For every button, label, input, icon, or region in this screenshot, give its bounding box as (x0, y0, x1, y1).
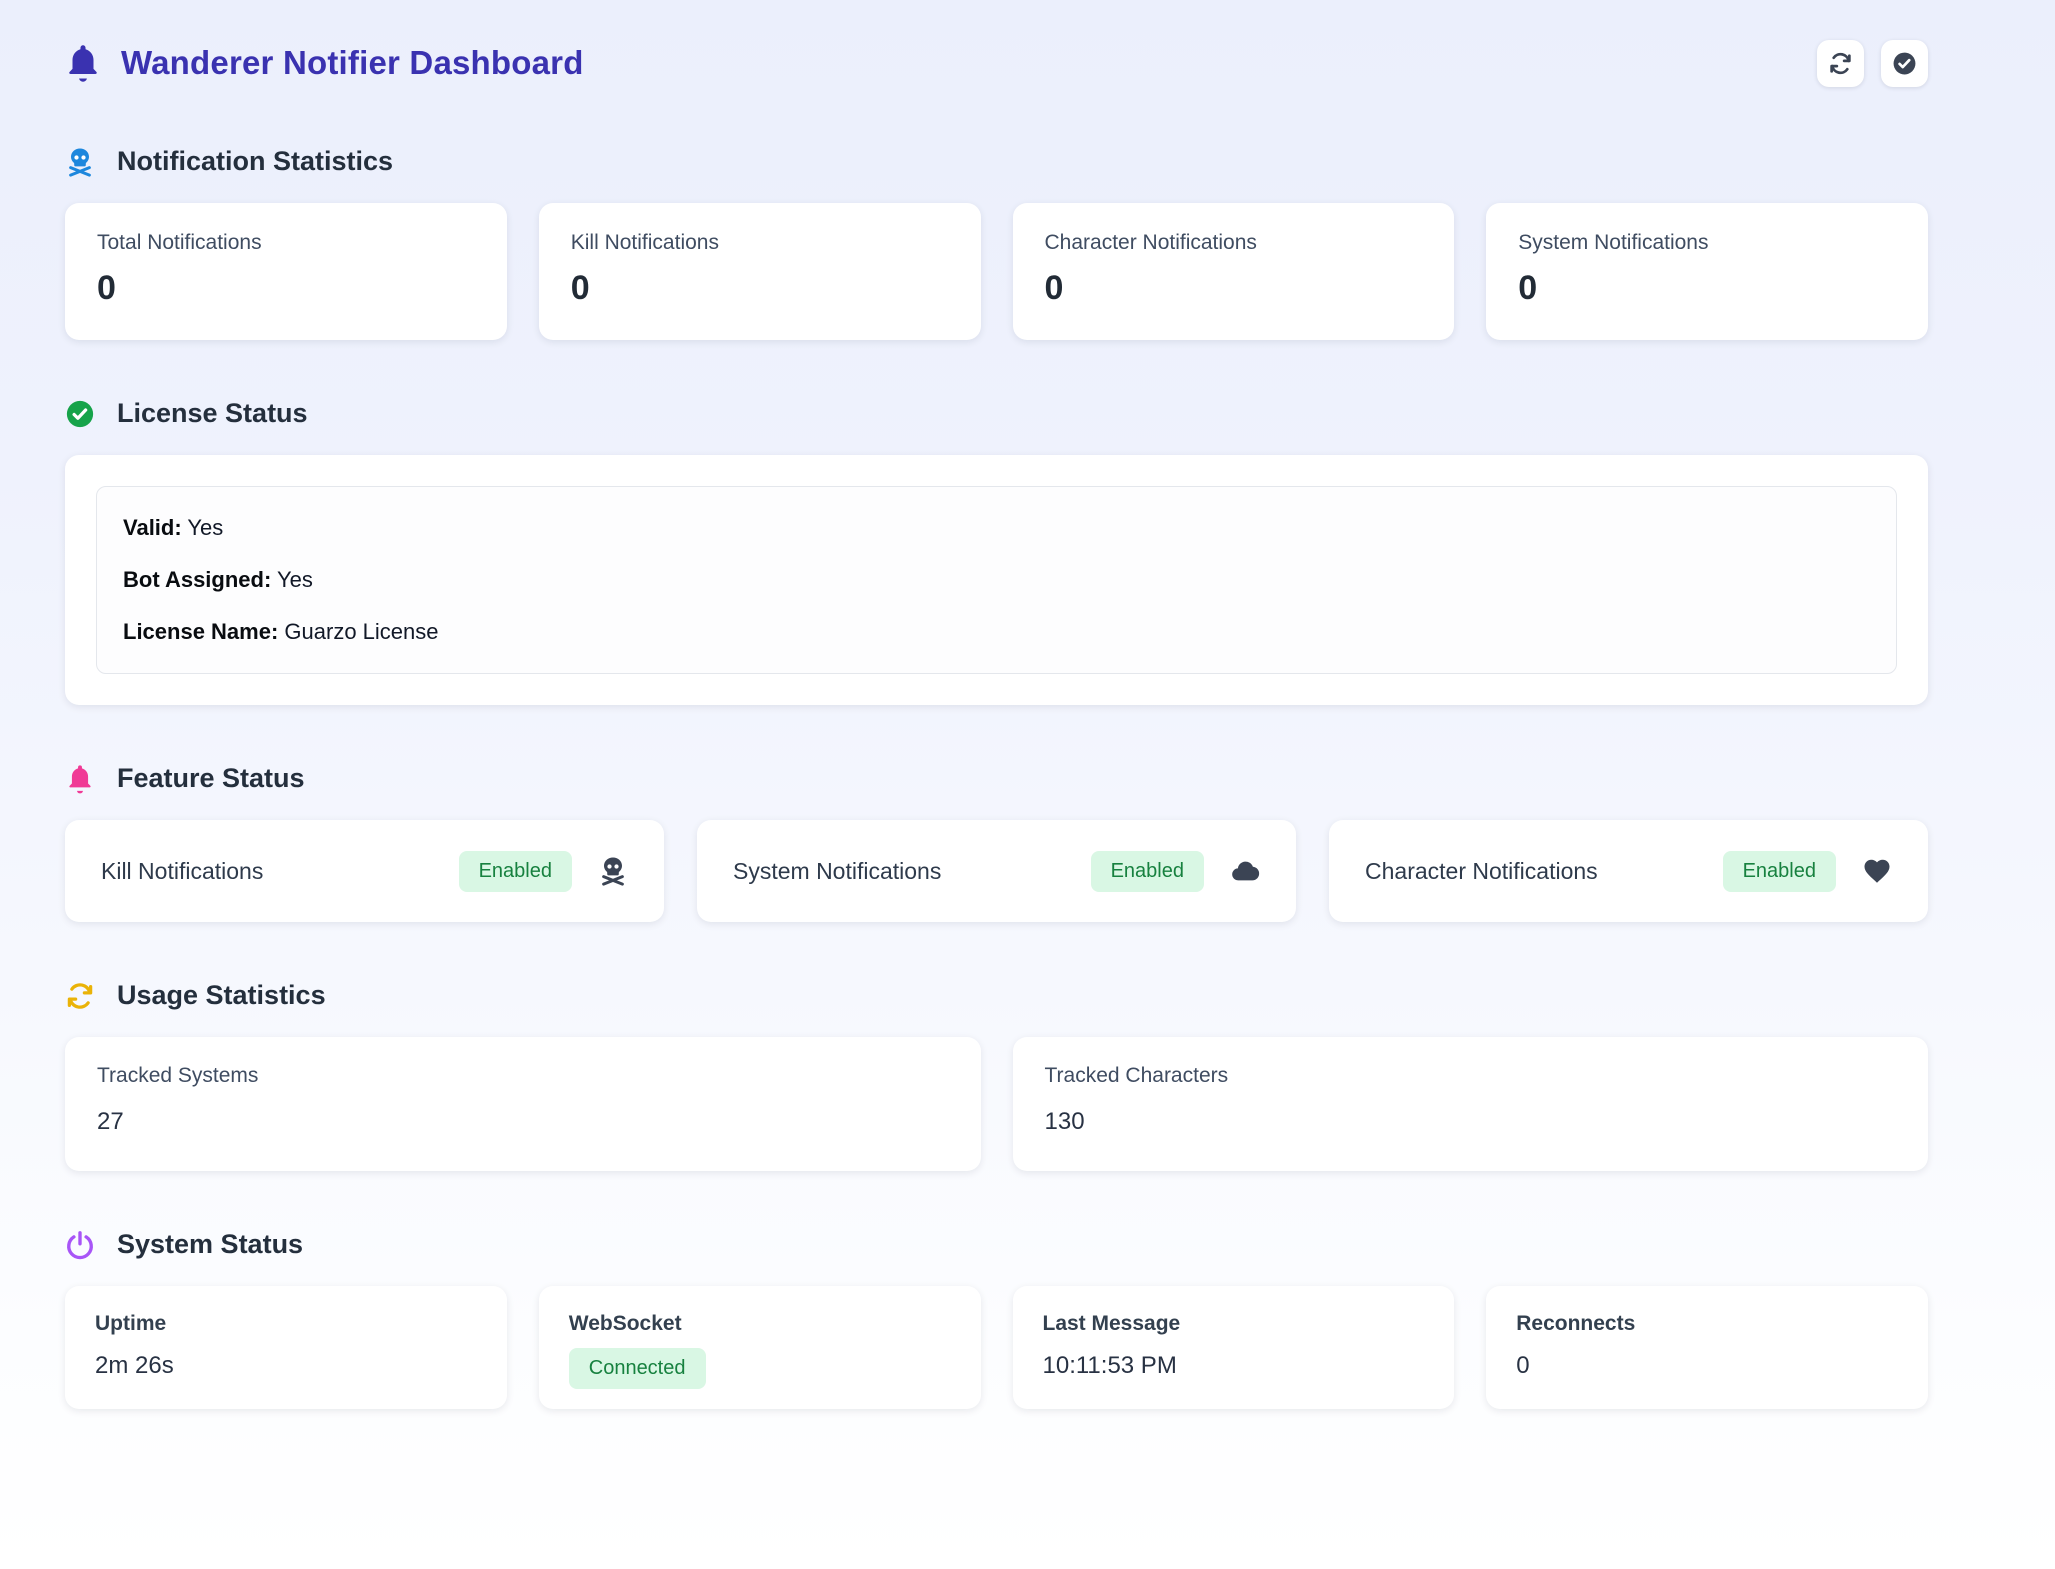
check-circle-icon (1892, 51, 1917, 76)
license-field-value: Yes (277, 567, 313, 592)
section-title-text: System Status (117, 1229, 303, 1260)
section-system-status: System Status Uptime 2m 26s WebSocket Co… (65, 1229, 1928, 1409)
license-bot-assigned-line: Bot Assigned: Yes (123, 567, 1870, 593)
stat-value: 0 (571, 269, 949, 308)
dashboard-page: Wanderer Notifier Dashboard (0, 0, 2055, 1409)
refresh-button[interactable] (1817, 40, 1864, 87)
system-value: 2m 26s (95, 1352, 477, 1380)
heart-icon (1862, 856, 1892, 886)
license-field-value: Yes (187, 515, 223, 540)
system-label: WebSocket (569, 1312, 951, 1336)
stat-label: Total Notifications (97, 231, 475, 255)
section-usage-statistics: Usage Statistics Tracked Systems 27 Trac… (65, 980, 1928, 1171)
stat-card-character-notifications: Character Notifications 0 (1013, 203, 1455, 340)
section-notification-statistics: Notification Statistics Total Notificati… (65, 146, 1928, 340)
system-card-websocket: WebSocket Connected (539, 1286, 981, 1409)
license-field-label: Bot Assigned: (123, 567, 271, 592)
bell-icon (65, 43, 101, 83)
system-value: 10:11:53 PM (1043, 1352, 1425, 1380)
section-title-text: Notification Statistics (117, 146, 393, 177)
license-field-label: License Name: (123, 619, 278, 644)
stat-value: 0 (1045, 269, 1423, 308)
feature-card-system-notifications: System Notifications Enabled (697, 820, 1296, 922)
section-title-text: Usage Statistics (117, 980, 326, 1011)
feature-label: Kill Notifications (101, 858, 459, 885)
section-title-text: License Status (117, 398, 308, 429)
license-field-label: Valid: (123, 515, 182, 540)
stat-value: 0 (97, 269, 475, 308)
header-actions (1817, 40, 1928, 87)
license-name-line: License Name: Guarzo License (123, 619, 1870, 645)
stat-card-kill-notifications: Kill Notifications 0 (539, 203, 981, 340)
system-card-uptime: Uptime 2m 26s (65, 1286, 507, 1409)
feature-status-badge: Enabled (459, 851, 572, 892)
system-card-last-message: Last Message 10:11:53 PM (1013, 1286, 1455, 1409)
stat-card-total-notifications: Total Notifications 0 (65, 203, 507, 340)
usage-value: 27 (97, 1108, 949, 1136)
stat-card-system-notifications: System Notifications 0 (1486, 203, 1928, 340)
usage-value: 130 (1045, 1108, 1897, 1136)
check-circle-icon (65, 399, 95, 429)
feature-label: System Notifications (733, 858, 1091, 885)
websocket-status-badge: Connected (569, 1348, 706, 1389)
usage-label: Tracked Characters (1045, 1064, 1897, 1088)
stat-value: 0 (1518, 269, 1896, 308)
system-card-reconnects: Reconnects 0 (1486, 1286, 1928, 1409)
skull-crossbones-icon (598, 856, 628, 886)
stat-label: Character Notifications (1045, 231, 1423, 255)
feature-card-kill-notifications: Kill Notifications Enabled (65, 820, 664, 922)
feature-card-character-notifications: Character Notifications Enabled (1329, 820, 1928, 922)
license-valid-line: Valid: Yes (123, 515, 1870, 541)
license-card: Valid: Yes Bot Assigned: Yes License Nam… (65, 455, 1928, 705)
refresh-icon (65, 981, 95, 1011)
system-value: 0 (1516, 1352, 1898, 1380)
license-field-value: Guarzo License (284, 619, 438, 644)
system-label: Uptime (95, 1312, 477, 1336)
system-label: Reconnects (1516, 1312, 1898, 1336)
feature-status-badge: Enabled (1723, 851, 1836, 892)
status-check-button[interactable] (1881, 40, 1928, 87)
license-details: Valid: Yes Bot Assigned: Yes License Nam… (96, 486, 1897, 674)
header: Wanderer Notifier Dashboard (65, 38, 1928, 88)
usage-card-tracked-systems: Tracked Systems 27 (65, 1037, 981, 1171)
stat-label: Kill Notifications (571, 231, 949, 255)
skull-crossbones-icon (65, 147, 95, 177)
page-title: Wanderer Notifier Dashboard (121, 44, 584, 82)
feature-label: Character Notifications (1365, 858, 1723, 885)
feature-status-badge: Enabled (1091, 851, 1204, 892)
refresh-icon (1828, 51, 1853, 76)
usage-label: Tracked Systems (97, 1064, 949, 1088)
section-feature-status: Feature Status Kill Notifications Enable… (65, 763, 1928, 922)
power-icon (65, 1230, 95, 1260)
usage-card-tracked-characters: Tracked Characters 130 (1013, 1037, 1929, 1171)
section-title-text: Feature Status (117, 763, 305, 794)
system-label: Last Message (1043, 1312, 1425, 1336)
cloud-icon (1230, 856, 1260, 886)
stat-label: System Notifications (1518, 231, 1896, 255)
section-license-status: License Status Valid: Yes Bot Assigned: … (65, 398, 1928, 705)
bell-icon (65, 764, 95, 794)
